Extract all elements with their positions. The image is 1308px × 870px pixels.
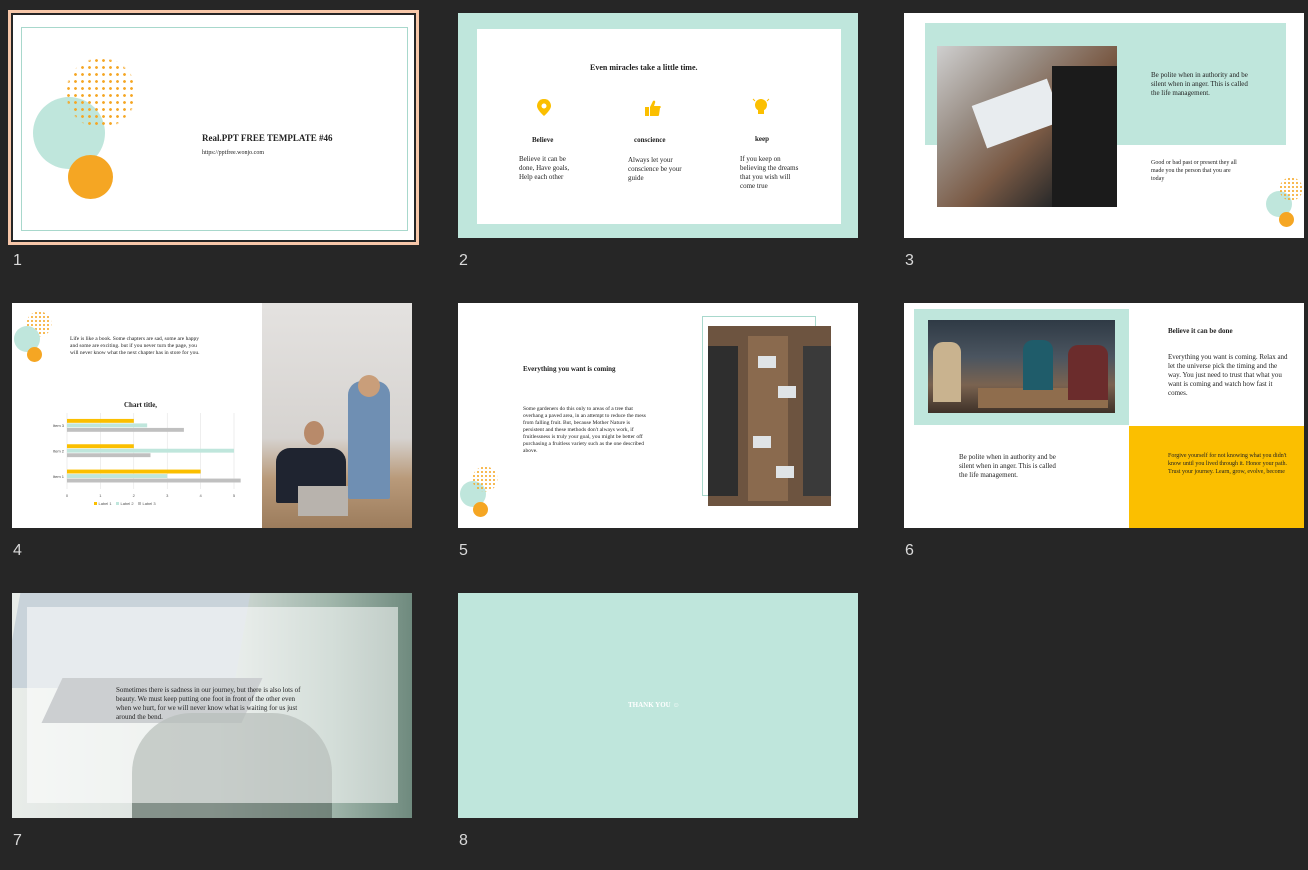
slide-number-2: 2	[459, 252, 468, 269]
slide6-heading: Believe it can be done	[1168, 327, 1233, 335]
slide5-heading: Everything you want is coming	[523, 365, 616, 373]
slide-number-6: 6	[905, 542, 914, 559]
slide7-text: Sometimes there is sadness in our journe…	[116, 686, 301, 721]
bar	[67, 418, 134, 423]
slide-thumbnail-8[interactable]: THANK YOU ☺	[458, 593, 858, 818]
dotted-circle	[1279, 177, 1303, 201]
orange-blob	[27, 347, 42, 362]
bar	[67, 444, 134, 449]
slide6-yellow-text: Forgive yourself for not knowing what yo…	[1168, 453, 1287, 475]
bar	[67, 423, 148, 428]
team-table-photo	[708, 326, 831, 506]
thank-you-text: THANK YOU ☺	[628, 701, 680, 709]
coworkers-photo	[262, 303, 412, 528]
bar	[67, 448, 234, 453]
location-pin-icon	[537, 99, 551, 116]
slide3-text2: Good or bad past or present they all mad…	[1151, 160, 1237, 182]
y-category-label: Item 2	[53, 449, 65, 454]
slide-thumbnail-4[interactable]: Life is like a book. Some chapters are s…	[12, 303, 412, 528]
slide4-intro: Life is like a book. Some chapters are s…	[70, 336, 200, 356]
col2-title: conscience	[634, 136, 666, 144]
col1-text: Believe it can be done, Have goals, Help…	[519, 155, 570, 181]
legend-swatch	[94, 502, 97, 505]
col3-text: If you keep on believing the dreams that…	[740, 155, 799, 190]
y-category-label: Item 3	[53, 423, 65, 428]
x-tick-label: 4	[199, 493, 202, 498]
orange-blob	[1279, 212, 1294, 227]
dotted-circle	[65, 57, 137, 129]
orange-blob	[473, 502, 488, 517]
slide-thumbnail-7[interactable]: Sometimes there is sadness in our journe…	[12, 593, 412, 818]
bar-chart: 0 1 2 3 4 5 Item 1 Item 2 Item 3 Label 1 Label 2 La…	[53, 413, 241, 506]
slide-number-7: 7	[13, 832, 22, 849]
legend-swatch	[116, 502, 119, 505]
slide-number-1: 1	[13, 252, 22, 269]
slide3-text1: Be polite when in authority and be silen…	[1151, 71, 1248, 97]
yellow-panel	[1129, 426, 1304, 528]
slide1-title: Real.PPT FREE TEMPLATE #46	[202, 133, 333, 143]
legend-label: Label 1	[99, 501, 113, 506]
col1-title: Believe	[532, 136, 554, 144]
slide1-url: https://pptfree.wonjo.com	[202, 150, 264, 156]
group-meeting-photo	[928, 320, 1115, 413]
orange-blob	[68, 155, 113, 199]
meeting-photo	[937, 46, 1117, 207]
x-tick-label: 3	[166, 493, 169, 498]
slide6-quote: Be polite when in authority and be silen…	[959, 453, 1056, 479]
bar	[67, 478, 241, 483]
bar	[67, 469, 201, 474]
x-tick-label: 5	[233, 493, 236, 498]
col3-title: keep	[755, 135, 769, 143]
slide-thumbnail-3[interactable]: Be polite when in authority and be silen…	[904, 13, 1304, 238]
bar	[67, 474, 168, 478]
slide-thumbnail-5[interactable]: Everything you want is coming Some garde…	[458, 303, 858, 528]
slide-number-5: 5	[459, 542, 468, 559]
slide-thumbnail-2[interactable]: Even miracles take a little time. Believ…	[458, 13, 858, 238]
slide6-body: Everything you want is coming. Relax and…	[1168, 353, 1288, 397]
slide-number-8: 8	[459, 832, 468, 849]
slide-thumbnail-6[interactable]: Believe it can be done Everything you wa…	[904, 303, 1304, 528]
slide2-heading: Even miracles take a little time.	[590, 63, 698, 72]
legend-label: Label 2	[121, 501, 135, 506]
x-tick-label: 2	[133, 493, 136, 498]
slide2-card	[477, 29, 841, 224]
col2-text: Always let your conscience be your guide	[628, 156, 682, 182]
lightbulb-icon	[752, 98, 770, 114]
legend-label: Label 3	[143, 501, 157, 506]
slide-number-3: 3	[905, 252, 914, 269]
dotted-circle	[472, 466, 498, 492]
x-tick-label: 0	[66, 493, 69, 498]
y-category-label: Item 1	[53, 474, 65, 479]
bar	[67, 453, 151, 458]
thumbs-up-icon	[645, 100, 661, 116]
slide-thumbnail-1[interactable]: Real.PPT FREE TEMPLATE #46 https://pptfr…	[8, 10, 419, 245]
x-tick-label: 1	[99, 493, 102, 498]
slide-number-4: 4	[13, 542, 22, 559]
legend-swatch	[138, 502, 141, 505]
bar	[67, 427, 184, 432]
slide5-body: Some gardeners do this only to areas of …	[523, 406, 646, 454]
